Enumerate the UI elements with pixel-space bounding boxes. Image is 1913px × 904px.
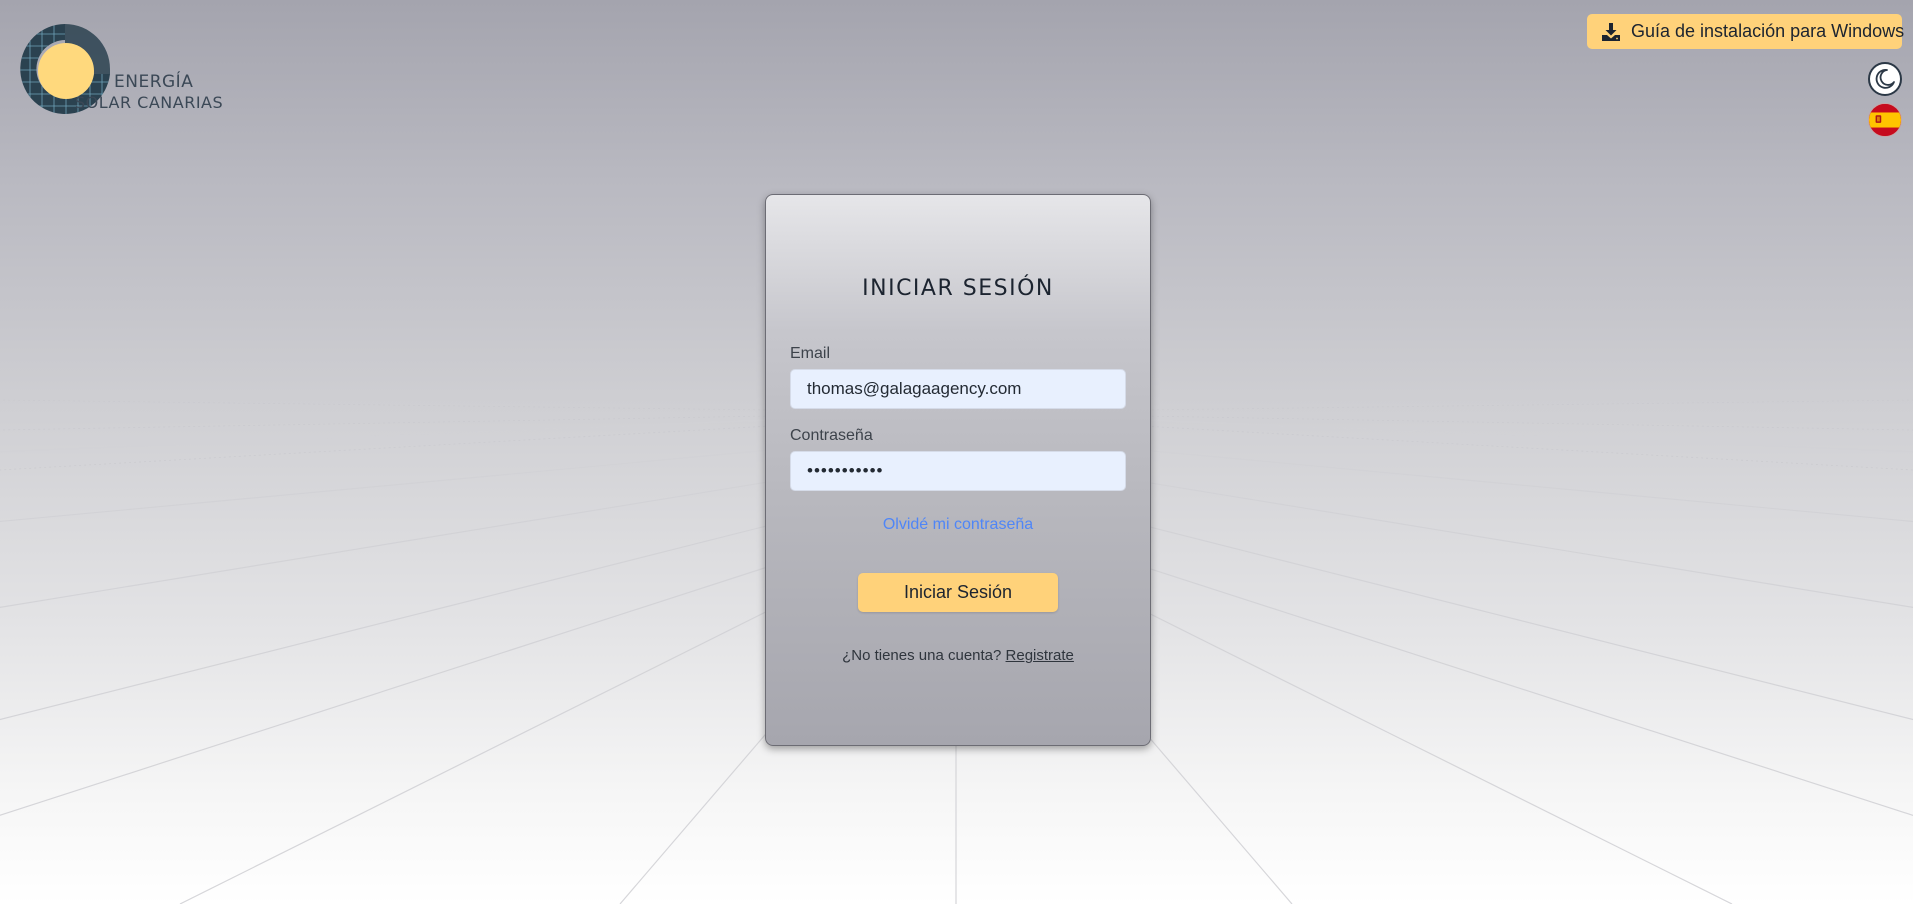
register-link[interactable]: Registrate xyxy=(1006,647,1074,664)
language-selector[interactable] xyxy=(1868,103,1902,137)
password-label: Contraseña xyxy=(790,427,873,444)
brand-logo[interactable]: ENERGÍA SOLAR CANARIAS xyxy=(18,22,223,122)
logo-text-line2: SOLAR CANARIAS xyxy=(75,93,224,112)
login-submit-button[interactable]: Iniciar Sesión xyxy=(858,573,1058,612)
moon-icon xyxy=(1875,69,1895,89)
logo-text-line1: ENERGÍA xyxy=(114,72,194,92)
windows-install-guide-button[interactable]: Guía de instalación para Windows xyxy=(1587,14,1905,49)
login-title: INICIAR SESIÓN xyxy=(862,276,1054,301)
register-prompt: ¿No tienes una cuenta? Registrate xyxy=(766,647,1150,664)
spain-flag-icon xyxy=(1869,104,1901,136)
login-card: INICIAR SESIÓN Email Contraseña Olvidé m… xyxy=(765,194,1151,746)
email-input[interactable] xyxy=(790,369,1126,409)
download-icon xyxy=(1602,22,1620,41)
forgot-password-link[interactable]: Olvidé mi contraseña xyxy=(883,516,1033,533)
forgot-password-container: Olvidé mi contraseña xyxy=(766,516,1150,534)
no-account-text: ¿No tienes una cuenta? xyxy=(842,647,1002,664)
install-guide-label: Guía de instalación para Windows xyxy=(1631,21,1905,41)
dark-mode-toggle[interactable] xyxy=(1868,62,1902,96)
email-label: Email xyxy=(790,345,831,362)
password-input[interactable] xyxy=(790,451,1126,491)
